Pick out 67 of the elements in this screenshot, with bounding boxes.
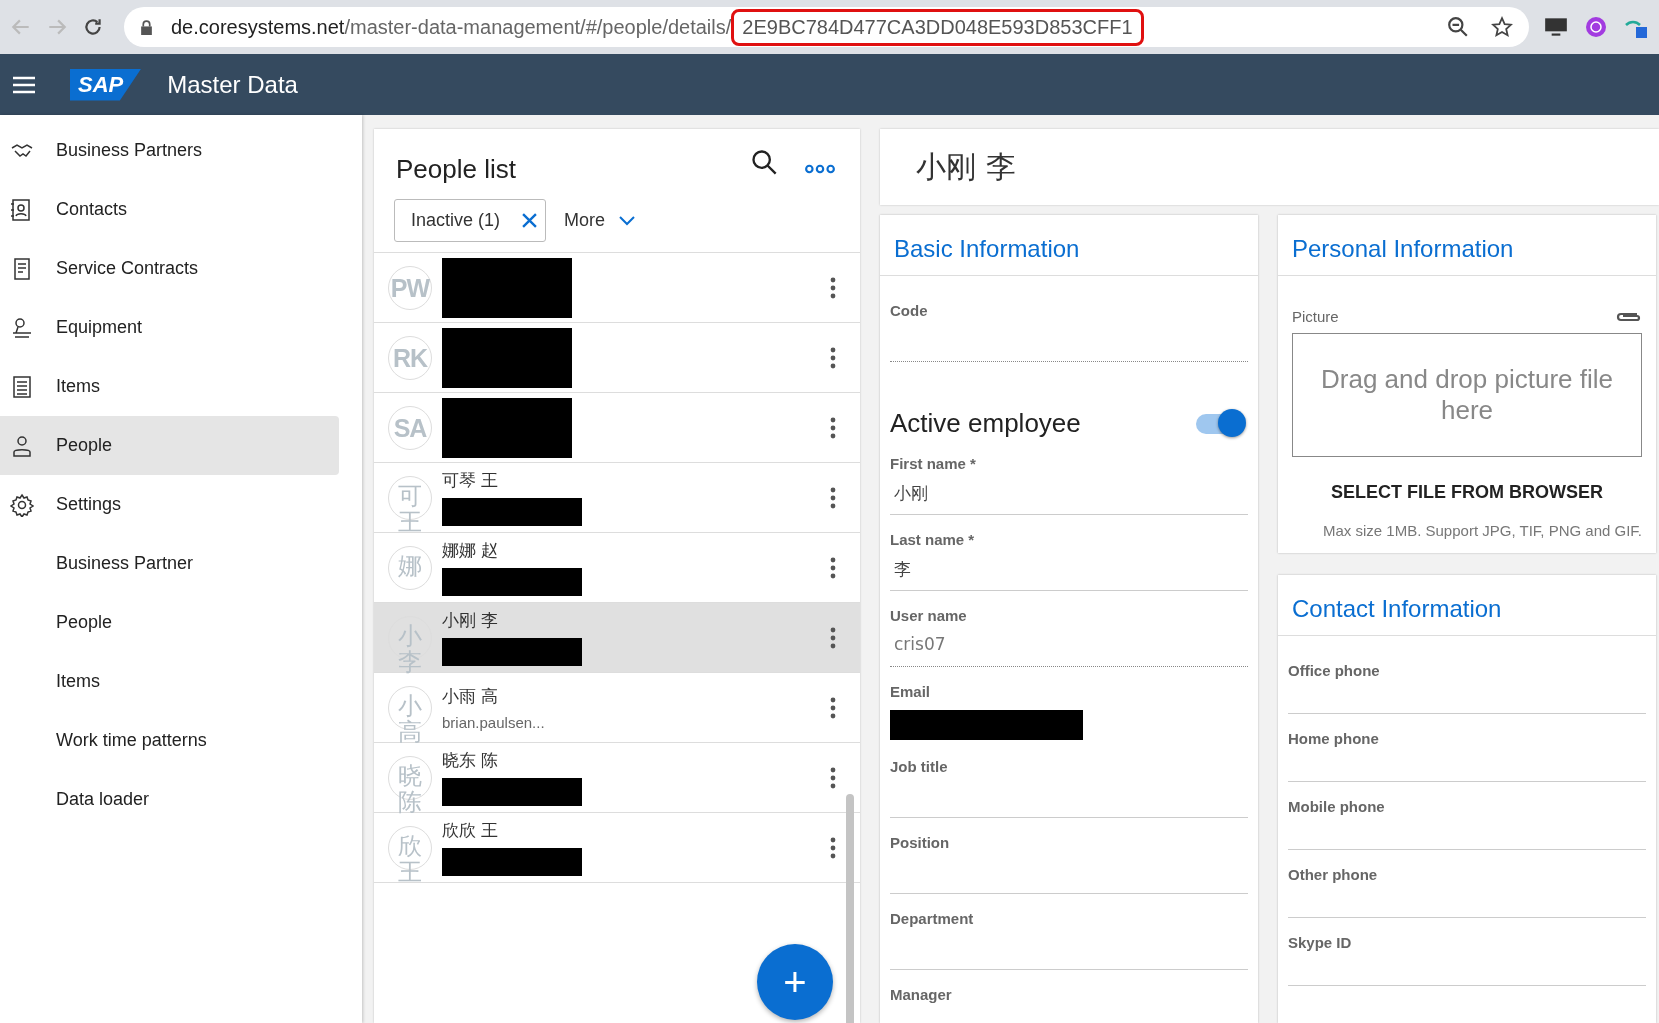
card-title: Basic Information xyxy=(880,215,1258,276)
avatar-initials: 可王 xyxy=(398,482,422,536)
sidebar-item[interactable]: Contacts xyxy=(0,180,339,239)
avatar-initials: PW xyxy=(390,272,430,304)
select-file-button[interactable]: SELECT FILE FROM BROWSER xyxy=(1325,481,1609,504)
app-title: Master Data xyxy=(167,70,298,99)
person-name: 欣欣 王 xyxy=(442,820,499,842)
person-name: 小刚 李 xyxy=(442,610,499,632)
input-field[interactable]: 小刚 xyxy=(890,482,1248,515)
sidebar-item[interactable]: Settings xyxy=(0,475,339,534)
sidebar-item[interactable]: Service Contracts xyxy=(0,239,339,298)
card-title: Contact Information xyxy=(1278,575,1656,636)
avatar-initials: 娜 xyxy=(398,552,422,579)
sidebar-item[interactable]: Business Partner xyxy=(0,534,339,593)
field-label: Manager xyxy=(890,986,953,1003)
field-label: Email xyxy=(890,683,932,700)
filter-chip[interactable]: Inactive (1) xyxy=(394,199,547,242)
url-host: de.coresystems.net xyxy=(171,15,345,39)
person-row[interactable]: 可王 可琴 王 xyxy=(374,463,860,533)
sidebar-item[interactable]: Items xyxy=(0,652,339,711)
sidebar-item[interactable]: Items xyxy=(0,357,339,416)
field-label: User name xyxy=(890,607,968,624)
url-path: /master-data-management/#/people/details/ xyxy=(344,15,732,39)
sidebar-item[interactable]: Work time patterns xyxy=(0,711,339,770)
person-title: 小刚 李 xyxy=(916,147,1016,186)
add-button[interactable]: + xyxy=(757,944,833,1020)
avatar-initials: 晓陈 xyxy=(398,762,422,816)
person-email: brian.paulsen... xyxy=(442,713,546,731)
person-name: 可琴 王 xyxy=(442,470,499,492)
avatar-initials: RK xyxy=(392,342,428,374)
toggle-label: Active employee xyxy=(890,408,1081,439)
sidebar-item[interactable]: Data loader xyxy=(0,770,339,829)
person-name: 小雨 高 xyxy=(442,685,499,708)
panel-title: People list xyxy=(396,153,517,185)
person-name: 晓东 陈 xyxy=(442,750,499,772)
chip-label: Inactive (1) xyxy=(411,210,501,231)
sidebar-item[interactable]: Equipment xyxy=(0,298,339,357)
sidebar-item[interactable]: People xyxy=(0,416,339,475)
person-name: 娜娜 赵 xyxy=(442,540,499,562)
url-id: 2E9BC784D477CA3DD048E593D853CFF1 xyxy=(731,8,1144,46)
field-label: Home phone xyxy=(1288,730,1380,747)
field-label: Skype ID xyxy=(1288,934,1353,951)
field-label: Other phone xyxy=(1288,866,1379,883)
more-dropdown[interactable]: More xyxy=(564,210,636,231)
drop-text: Drag and drop picture file here xyxy=(1320,364,1614,426)
person-row[interactable]: 晓陈 晓东 陈 xyxy=(374,743,860,813)
field-label: Position xyxy=(890,834,951,851)
hint-text: Max size 1MB. Support JPG, TIF, PNG and GIF. xyxy=(1322,522,1642,539)
field-label: Mobile phone xyxy=(1288,798,1386,815)
input-field[interactable]: 李 xyxy=(890,558,1248,591)
sidebar-item[interactable]: People xyxy=(0,593,339,652)
sidebar-item[interactable]: Business Partners xyxy=(0,121,339,180)
person-row[interactable]: 娜 娜娜 赵 xyxy=(374,533,860,603)
avatar-initials: 欣王 xyxy=(398,832,422,886)
address-bar[interactable]: de.coresystems.net/master-data-management/#/people/details/ 2E9BC784D477CA3DD048E593D853CFF1 xyxy=(124,7,1529,47)
field-label: Office phone xyxy=(1288,662,1381,679)
logo: SAP xyxy=(70,68,142,101)
avatar-initials: SA xyxy=(393,412,427,444)
drop-zone[interactable]: Drag and drop picture file here xyxy=(1292,333,1642,457)
field-label: Picture xyxy=(1292,308,1339,325)
card-title: Personal Information xyxy=(1278,215,1656,276)
field-label: Last name * xyxy=(890,531,976,548)
field-label: Department xyxy=(890,910,975,927)
avatar-initials: 小高 xyxy=(398,692,422,746)
field-label: Job title xyxy=(890,758,949,775)
field-label: Code xyxy=(890,302,929,319)
field-label: First name * xyxy=(890,455,977,472)
